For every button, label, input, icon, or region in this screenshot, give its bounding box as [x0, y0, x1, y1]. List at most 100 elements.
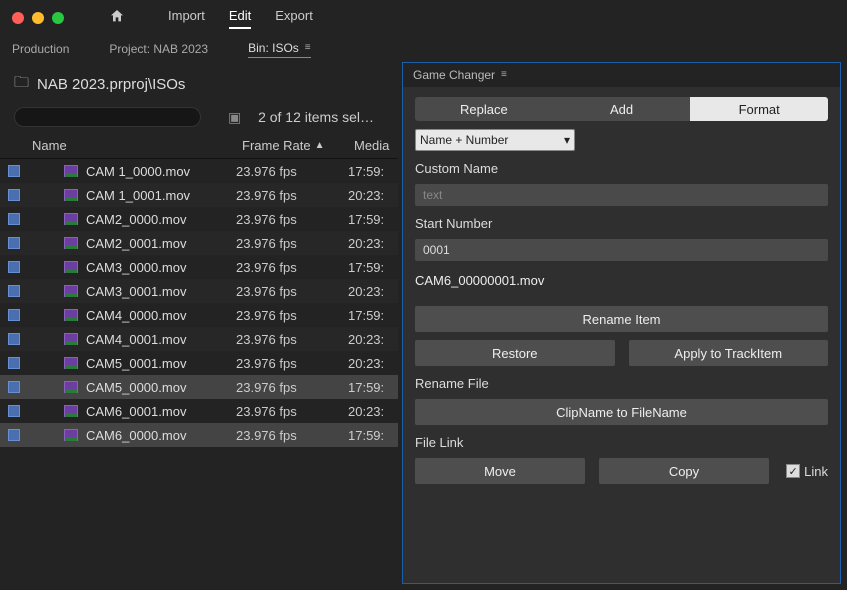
hamburger-icon[interactable]: ≡	[305, 42, 311, 53]
table-row[interactable]: CAM2_0000.mov23.976 fps17:59:	[0, 207, 398, 231]
row-label-swatch[interactable]	[8, 429, 20, 441]
clip-media-start: 20:23:	[348, 284, 398, 299]
table-row[interactable]: CAM6_0001.mov 23.976 fps20:23:	[0, 399, 398, 423]
clip-frame-rate: 23.976 fps	[236, 356, 348, 371]
clip-frame-rate: 23.976 fps	[236, 260, 348, 275]
chevron-down-icon: ▾	[564, 133, 570, 147]
custom-name-input[interactable]	[415, 184, 828, 206]
row-label-swatch[interactable]	[8, 285, 20, 297]
clip-media-start: 17:59:	[348, 380, 398, 395]
table-row[interactable]: CAM5_0001.mov23.976 fps20:23:	[0, 351, 398, 375]
search-input[interactable]	[14, 107, 201, 127]
row-label-swatch[interactable]	[8, 381, 20, 393]
crumb-production[interactable]: Production	[12, 42, 69, 56]
new-bin-icon[interactable]: ▣	[228, 109, 241, 126]
copy-button[interactable]: Copy	[599, 458, 769, 484]
clip-media-start: 20:23:	[348, 236, 398, 251]
row-label-swatch[interactable]	[8, 213, 20, 225]
apply-trackitem-button[interactable]: Apply to TrackItem	[629, 340, 829, 366]
table-row[interactable]: CAM 1_0001.mov23.976 fps20:23:	[0, 183, 398, 207]
link-checkbox-wrap[interactable]: ✓ Link	[786, 464, 828, 479]
file-link-label: File Link	[415, 435, 828, 450]
start-number-input[interactable]	[415, 239, 828, 261]
table-row[interactable]: CAM5_0000.mov23.976 fps17:59:	[0, 375, 398, 399]
table-row[interactable]: CAM4_0001.mov23.976 fps20:23:	[0, 327, 398, 351]
clip-name: CAM 1_0000.mov	[86, 164, 190, 179]
crumb-project[interactable]: Project: NAB 2023	[109, 42, 208, 56]
table-row[interactable]: CAM4_0000.mov23.976 fps17:59:	[0, 303, 398, 327]
link-label: Link	[804, 464, 828, 479]
col-frame-rate[interactable]: Frame Rate ▲	[236, 138, 348, 153]
clip-frame-rate: 23.976 fps	[236, 308, 348, 323]
table-row[interactable]: CAM6_0000.mov 23.976 fps17:59:	[0, 423, 398, 447]
project-path-row: 🗀 NAB 2023.prproj\ISOs	[0, 68, 398, 101]
clip-name: CAM5_0000.mov	[86, 380, 186, 395]
clip-frame-rate: 23.976 fps	[236, 236, 348, 251]
clip-table: Name Frame Rate ▲ Media CAM 1_0000.mov 23…	[0, 133, 398, 590]
minimize-window-button[interactable]	[32, 12, 44, 24]
row-label-swatch[interactable]	[8, 237, 20, 249]
clipname-to-filename-button[interactable]: ClipName to FileName	[415, 399, 828, 425]
clip-media-start: 20:23:	[348, 356, 398, 371]
col-media[interactable]: Media	[348, 138, 398, 153]
col-frame-rate-label: Frame Rate	[242, 138, 311, 153]
row-label-swatch[interactable]	[8, 357, 20, 369]
clip-frame-rate: 23.976 fps	[236, 404, 348, 419]
crumb-bin-label: Bin: ISOs	[248, 41, 299, 55]
clip-name: CAM 1_0001.mov	[86, 188, 190, 203]
menu-edit[interactable]: Edit	[229, 8, 251, 29]
clip-frame-rate: 23.976 fps	[236, 428, 348, 443]
clip-name: CAM3_0001.mov	[86, 284, 186, 299]
tab-add[interactable]: Add	[553, 97, 691, 121]
workspace-menu: Import Edit Export	[168, 8, 313, 29]
col-name[interactable]: Name	[28, 138, 236, 153]
tab-replace[interactable]: Replace	[415, 97, 553, 121]
sort-asc-icon: ▲	[315, 140, 325, 151]
clip-name: CAM6_0001.mov	[86, 404, 186, 419]
table-row[interactable]: CAM3_0001.mov 23.976 fps20:23:	[0, 279, 398, 303]
table-row[interactable]: CAM3_0000.mov23.976 fps17:59:	[0, 255, 398, 279]
folder-icon: 🗀	[14, 72, 29, 97]
start-number-label: Start Number	[415, 216, 828, 231]
menu-export[interactable]: Export	[275, 8, 313, 29]
tab-format[interactable]: Format	[690, 97, 828, 121]
row-label-swatch[interactable]	[8, 309, 20, 321]
clip-media-start: 20:23:	[348, 404, 398, 419]
clip-frame-rate: 23.976 fps	[236, 284, 348, 299]
row-label-swatch[interactable]	[8, 189, 20, 201]
row-label-swatch[interactable]	[8, 333, 20, 345]
clip-media-start: 17:59:	[348, 428, 398, 443]
extension-header: Game Changer ≡	[403, 63, 840, 87]
mode-tabs: Replace Add Format	[415, 97, 828, 121]
clip-icon	[64, 165, 78, 177]
crumb-bin[interactable]: Bin: ISOs ≡	[248, 41, 311, 58]
restore-button[interactable]: Restore	[415, 340, 615, 366]
row-label-swatch[interactable]	[8, 405, 20, 417]
maximize-window-button[interactable]	[52, 12, 64, 24]
clip-icon	[64, 237, 78, 249]
clip-icon	[64, 429, 78, 441]
table-row[interactable]: CAM 1_0000.mov23.976 fps17:59:	[0, 159, 398, 183]
clip-media-start: 20:23:	[348, 188, 398, 203]
rename-preview: CAM6_00000001.mov	[415, 273, 828, 288]
row-label-swatch[interactable]	[8, 261, 20, 273]
close-window-button[interactable]	[12, 12, 24, 24]
search-row: 🔍 ▣ 2 of 12 items sel…	[0, 101, 398, 133]
move-button[interactable]: Move	[415, 458, 585, 484]
menu-import[interactable]: Import	[168, 8, 205, 29]
clip-icon	[64, 189, 78, 201]
table-row[interactable]: CAM2_0001.mov23.976 fps20:23:	[0, 231, 398, 255]
format-mode-select[interactable]: Name + Number ▾	[415, 129, 575, 151]
clip-icon	[64, 285, 78, 297]
rename-item-button[interactable]: Rename Item	[415, 306, 828, 332]
row-label-swatch[interactable]	[8, 165, 20, 177]
home-icon[interactable]	[108, 8, 126, 29]
clip-name: CAM6_0000.mov	[86, 428, 186, 443]
project-panel: 🗀 NAB 2023.prproj\ISOs 🔍 ▣ 2 of 12 items…	[0, 62, 398, 590]
link-checkbox[interactable]: ✓	[786, 464, 800, 478]
clip-icon	[64, 213, 78, 225]
panel-menu-icon[interactable]: ≡	[501, 69, 507, 80]
window-controls	[12, 12, 64, 24]
title-bar: Import Edit Export	[0, 0, 847, 36]
clip-frame-rate: 23.976 fps	[236, 164, 348, 179]
